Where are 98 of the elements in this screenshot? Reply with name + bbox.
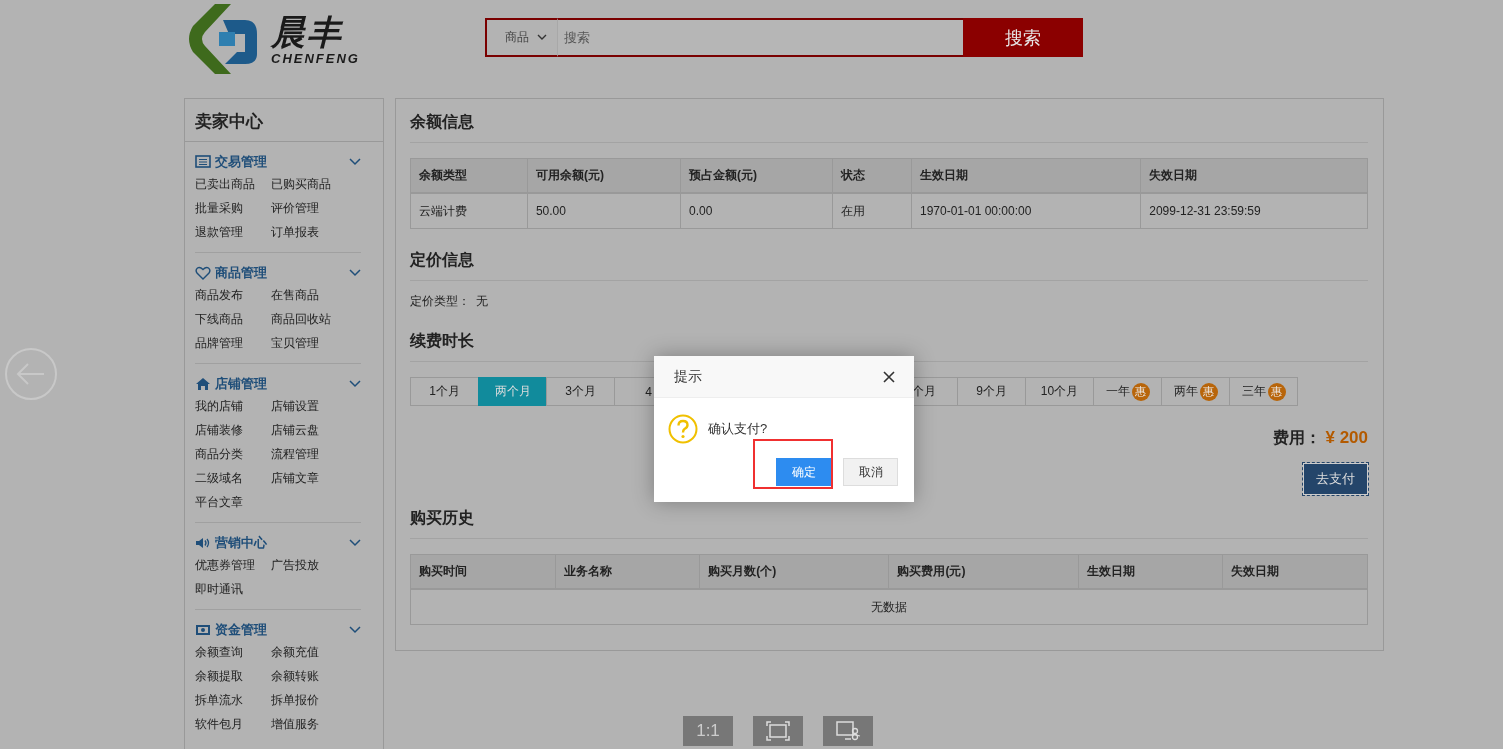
sidebar-link[interactable]: 余额充值 xyxy=(271,640,361,664)
fee-label: 费用： xyxy=(1273,428,1322,448)
section-title[interactable]: 店铺管理 xyxy=(215,375,345,393)
empty-message: 无数据 xyxy=(410,589,1368,625)
sidebar-link[interactable]: 拆单报价 xyxy=(271,688,361,712)
table-cell: 50.00 xyxy=(527,193,681,229)
column-header: 失效日期 xyxy=(1140,158,1368,193)
fit-screen-button[interactable] xyxy=(753,716,803,746)
table-cell: 1970-01-01 00:00:00 xyxy=(911,193,1141,229)
money-icon xyxy=(195,623,211,637)
chevron-down-icon[interactable] xyxy=(349,380,361,388)
section-title[interactable]: 营销中心 xyxy=(215,534,345,552)
table-cell: 在用 xyxy=(832,193,912,229)
logo-subtitle: CHENFENG xyxy=(271,50,360,66)
column-header: 生效日期 xyxy=(1078,554,1223,589)
duration-tab[interactable]: 两年 惠 xyxy=(1161,377,1230,406)
chevron-down-icon[interactable] xyxy=(349,626,361,634)
heart-icon xyxy=(195,266,211,280)
column-header: 可用余额(元) xyxy=(527,158,681,193)
sidebar-link[interactable]: 软件包月 xyxy=(195,712,271,736)
sidebar-link[interactable]: 商品分类 xyxy=(195,442,271,466)
sidebar-link[interactable]: 已购买商品 xyxy=(271,172,361,196)
sidebar-link[interactable]: 即时通讯 xyxy=(195,577,271,601)
sidebar-link[interactable]: 广告投放 xyxy=(271,553,361,577)
list-icon xyxy=(195,155,211,169)
sidebar-title: 卖家中心 xyxy=(185,99,383,142)
screenshot-button[interactable] xyxy=(823,716,873,746)
section-title[interactable]: 商品管理 xyxy=(215,264,345,282)
chevron-down-icon[interactable] xyxy=(349,158,361,166)
close-icon[interactable] xyxy=(883,370,895,383)
question-icon xyxy=(668,414,698,444)
column-header: 业务名称 xyxy=(555,554,700,589)
dialog-message: 确认支付? xyxy=(708,420,768,438)
duration-tab[interactable]: 一年 惠 xyxy=(1093,377,1162,406)
section-heading: 定价信息 xyxy=(410,237,1368,281)
sidebar-link[interactable]: 商品发布 xyxy=(195,283,271,307)
chevron-down-icon[interactable] xyxy=(349,269,361,277)
sidebar-link[interactable]: 店铺文章 xyxy=(271,466,361,490)
logo-name: 晨丰 xyxy=(271,12,344,51)
fee-amount: ¥ 200 xyxy=(1325,428,1368,448)
sidebar-link[interactable]: 品牌管理 xyxy=(195,331,271,355)
speaker-icon xyxy=(195,536,211,550)
table-cell: 0.00 xyxy=(680,193,832,229)
section-title[interactable]: 资金管理 xyxy=(215,621,345,639)
fit-screen-icon xyxy=(766,721,790,741)
sidebar-link[interactable]: 平台文章 xyxy=(195,490,271,514)
sidebar-link[interactable]: 余额转账 xyxy=(271,664,361,688)
duration-tab[interactable]: 10个月 xyxy=(1025,377,1094,406)
pricing-label: 定价类型： xyxy=(410,294,470,308)
sidebar-link[interactable]: 增值服务 xyxy=(271,712,361,736)
section-heading: 余额信息 xyxy=(410,99,1368,143)
column-header: 预占金额(元) xyxy=(680,158,832,193)
sidebar-link[interactable]: 宝贝管理 xyxy=(271,331,361,355)
home-icon xyxy=(195,377,211,391)
sidebar-link[interactable]: 订单报表 xyxy=(271,220,361,244)
sidebar-link[interactable]: 我的店铺 xyxy=(195,394,271,418)
sidebar-link[interactable]: 店铺装修 xyxy=(195,418,271,442)
cancel-button[interactable]: 取消 xyxy=(843,458,898,486)
search-field[interactable]: 搜索 xyxy=(557,18,963,57)
duration-tab[interactable]: 1个月 xyxy=(410,377,479,406)
sidebar-link[interactable]: 流程管理 xyxy=(271,442,361,466)
table-cell: 2099-12-31 23:59:59 xyxy=(1140,193,1368,229)
column-header: 失效日期 xyxy=(1222,554,1368,589)
search-button[interactable]: 搜索 xyxy=(963,18,1083,57)
sidebar-link[interactable]: 在售商品 xyxy=(271,283,361,307)
scissors-icon xyxy=(835,720,861,742)
discount-badge: 惠 xyxy=(1131,382,1150,401)
sidebar-link[interactable]: 余额查询 xyxy=(195,640,271,664)
table-cell: 云端计费 xyxy=(410,193,528,229)
sidebar-link[interactable]: 二级域名 xyxy=(195,466,271,490)
chevron-down-icon[interactable] xyxy=(349,539,361,547)
column-header: 购买月数(个) xyxy=(699,554,889,589)
pricing-value: 无 xyxy=(476,294,488,308)
sidebar-link[interactable]: 余额提取 xyxy=(195,664,271,688)
sidebar-link[interactable]: 退款管理 xyxy=(195,220,271,244)
column-header: 余额类型 xyxy=(410,158,528,193)
column-header: 购买费用(元) xyxy=(889,554,1079,589)
sidebar-link[interactable]: 优惠券管理 xyxy=(195,553,271,577)
column-header: 购买时间 xyxy=(410,554,556,589)
category-dropdown[interactable]: 商品 xyxy=(485,18,557,57)
sidebar-link[interactable]: 批量采购 xyxy=(195,196,271,220)
pay-button[interactable]: 去支付 xyxy=(1303,463,1368,495)
duration-tab[interactable]: 9个月 xyxy=(957,377,1026,406)
sidebar-link[interactable]: 已卖出商品 xyxy=(195,172,271,196)
sidebar-link[interactable]: 下线商品 xyxy=(195,307,271,331)
discount-badge: 惠 xyxy=(1199,382,1218,401)
column-header: 生效日期 xyxy=(911,158,1141,193)
chevron-down-icon xyxy=(537,34,547,41)
duration-tab[interactable]: 3个月 xyxy=(546,377,615,406)
discount-badge: 惠 xyxy=(1267,382,1286,401)
sidebar-link[interactable]: 拆单流水 xyxy=(195,688,271,712)
sidebar-link[interactable]: 店铺云盘 xyxy=(271,418,361,442)
column-header: 状态 xyxy=(832,158,912,193)
duration-tab[interactable]: 三年 惠 xyxy=(1229,377,1298,406)
sidebar-link[interactable]: 评价管理 xyxy=(271,196,361,220)
section-title[interactable]: 交易管理 xyxy=(215,153,345,171)
sidebar-link[interactable]: 店铺设置 xyxy=(271,394,361,418)
sidebar-link[interactable]: 商品回收站 xyxy=(271,307,361,331)
